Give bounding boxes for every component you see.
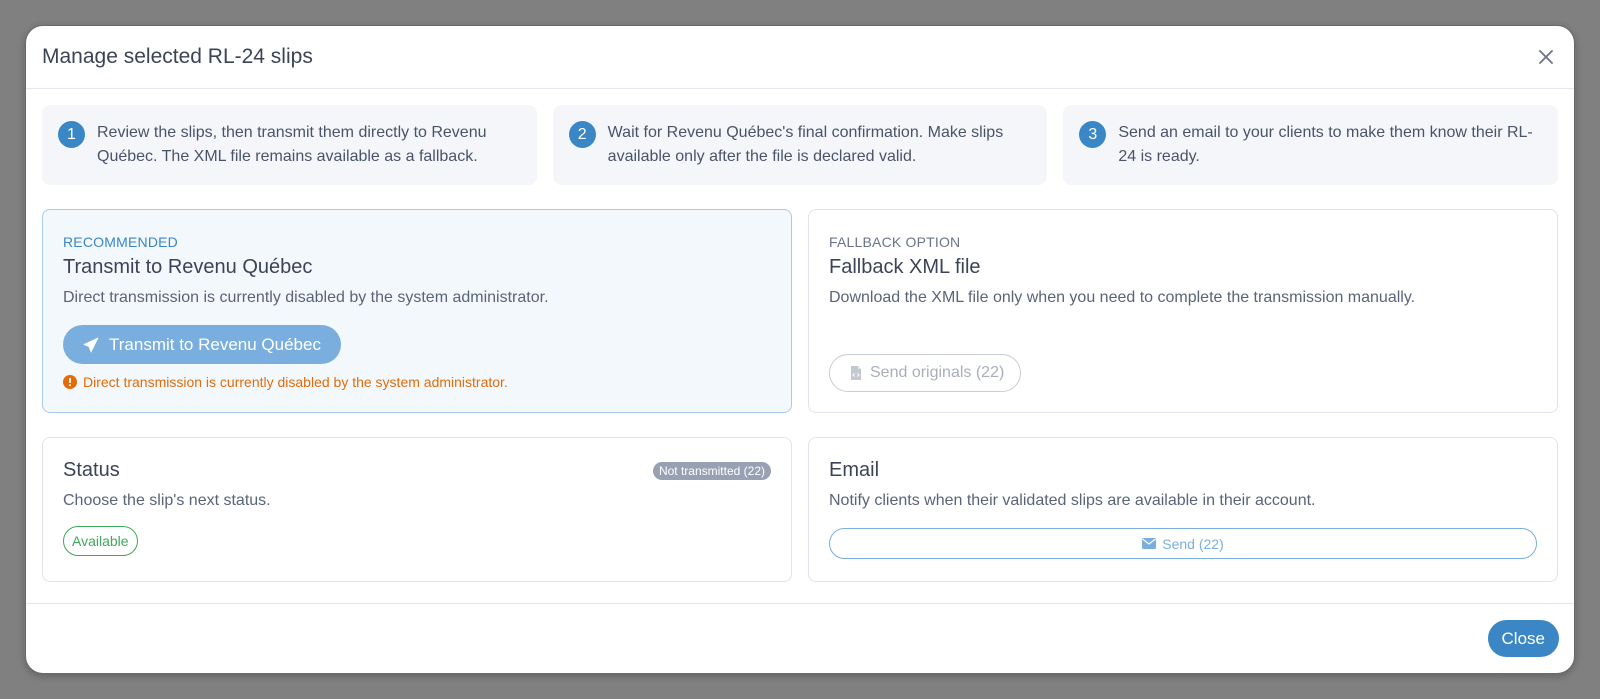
- status-badge: Not transmitted (22): [652, 461, 771, 480]
- send-originals-label: Send originals (22): [870, 364, 1005, 381]
- transmit-title: Transmit to Revenu Québec: [63, 256, 313, 278]
- fallback-description: Download the XML file only when you need…: [829, 289, 1416, 306]
- status-available-option[interactable]: Available: [63, 526, 138, 556]
- status-title: Status: [63, 459, 120, 481]
- file-code-icon: [851, 366, 861, 380]
- fallback-card: FALLBACK OPTION Fallback XML file Downlo…: [808, 209, 1558, 413]
- modal-body: 1 Review the slips, then transmit them d…: [26, 89, 1574, 582]
- transmit-card: RECOMMENDED Transmit to Revenu Québec Di…: [42, 209, 792, 413]
- fallback-title: Fallback XML file: [829, 256, 981, 278]
- status-description: Choose the slip's next status.: [63, 492, 271, 509]
- step-1: 1 Review the slips, then transmit them d…: [42, 105, 537, 185]
- step-text: Send an email to your clients to make th…: [1118, 124, 1533, 165]
- transmit-button-label: Transmit to Revenu Québec: [109, 334, 321, 354]
- warning-text: Direct transmission is currently disable…: [83, 374, 508, 390]
- transmission-warning: Direct transmission is currently disable…: [63, 374, 771, 390]
- send-email-button[interactable]: Send (22): [829, 528, 1537, 559]
- step-3: 3 Send an email to your clients to make …: [1063, 105, 1559, 185]
- email-description: Notify clients when their validated slip…: [829, 492, 1316, 509]
- modal-header: Manage selected RL-24 slips: [26, 26, 1574, 89]
- step-number: 3: [1079, 121, 1107, 148]
- modal-footer: Close: [26, 603, 1574, 673]
- status-header: Status Not transmitted (22): [63, 459, 771, 482]
- transmit-description: Direct transmission is currently disable…: [63, 289, 549, 306]
- exclamation-circle-icon: [63, 375, 77, 389]
- send-originals-button[interactable]: Send originals (22): [829, 354, 1022, 392]
- step-number: 2: [568, 121, 596, 148]
- step-text: Review the slips, then transmit them dir…: [97, 124, 487, 165]
- fallback-eyebrow: FALLBACK OPTION: [829, 234, 961, 250]
- close-icon[interactable]: [1534, 45, 1558, 69]
- step-number: 1: [58, 121, 85, 148]
- steps: 1 Review the slips, then transmit them d…: [42, 105, 1559, 185]
- email-card: Email Notify clients when their validate…: [808, 437, 1558, 582]
- envelope-icon: [1142, 538, 1157, 549]
- transmit-button[interactable]: Transmit to Revenu Québec: [63, 325, 341, 364]
- email-title: Email: [829, 459, 880, 481]
- options-grid: RECOMMENDED Transmit to Revenu Québec Di…: [42, 209, 1558, 582]
- step-text: Wait for Revenu Québec's final confirmat…: [607, 124, 1004, 165]
- modal-title: Manage selected RL-24 slips: [42, 45, 313, 68]
- recommended-eyebrow: RECOMMENDED: [63, 234, 178, 250]
- manage-slips-modal: Manage selected RL-24 slips 1 Review the…: [25, 25, 1575, 674]
- paper-plane-icon: [83, 337, 99, 352]
- send-email-label: Send (22): [1162, 535, 1224, 552]
- step-2: 2 Wait for Revenu Québec's final confirm…: [552, 105, 1048, 185]
- close-button[interactable]: Close: [1487, 620, 1559, 657]
- status-card: Status Not transmitted (22) Choose the s…: [42, 437, 792, 582]
